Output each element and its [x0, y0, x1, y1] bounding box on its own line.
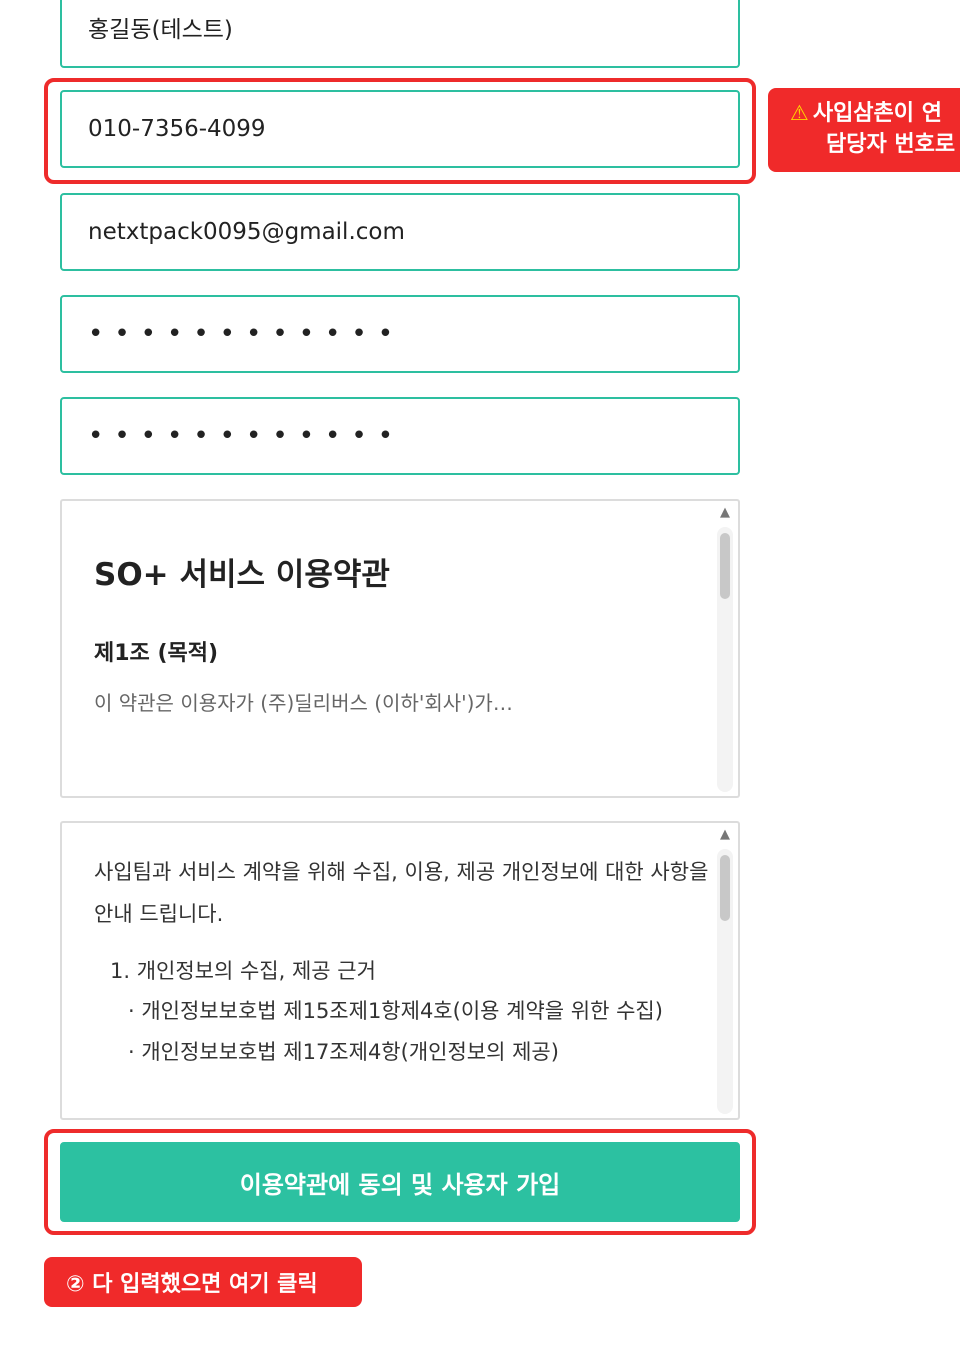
terms-scrollbar[interactable]: ▲: [716, 505, 734, 792]
scroll-up-arrow-icon[interactable]: ▲: [716, 827, 734, 843]
click-hint-badge: ② 다 입력했으면 여기 클릭: [44, 1257, 362, 1307]
scroll-up-arrow-icon[interactable]: ▲: [716, 505, 734, 521]
password-confirm-input[interactable]: ••••••••••••: [88, 421, 404, 451]
password-confirm-field[interactable]: ••••••••••••: [60, 397, 740, 475]
terms-article-title: 제1조 (목적): [94, 641, 219, 666]
phone-field[interactable]: [60, 90, 740, 168]
terms-box[interactable]: SO+ 서비스 이용약관 제1조 (목적) 이 약관은 이용자가 (주)딜리버스…: [60, 499, 740, 798]
password-input[interactable]: ••••••••••••: [88, 319, 404, 349]
warning-icon: ⚠: [790, 101, 809, 125]
privacy-sub-item-2: · 개인정보보호법 제17조제4항(개인정보의 제공): [128, 1040, 559, 1064]
name-field[interactable]: [60, 0, 740, 68]
scroll-track[interactable]: [717, 849, 733, 1114]
phone-input[interactable]: [88, 116, 738, 142]
privacy-item-1: 1. 개인정보의 수집, 제공 근거: [110, 959, 376, 983]
warning-line1: 사입삼촌이 연: [812, 101, 942, 126]
email-field[interactable]: [60, 193, 740, 271]
terms-title: SO+ 서비스 이용약관: [94, 557, 390, 593]
scroll-thumb[interactable]: [720, 855, 730, 921]
password-field[interactable]: ••••••••••••: [60, 295, 740, 373]
terms-article-body: 이 약관은 이용자가 (주)딜리버스 (이하'회사')가…: [94, 691, 513, 715]
privacy-scrollbar[interactable]: ▲: [716, 827, 734, 1114]
join-button[interactable]: 이용약관에 동의 및 사용자 가입: [60, 1142, 740, 1222]
email-input[interactable]: [88, 219, 738, 245]
scroll-thumb[interactable]: [720, 533, 730, 599]
privacy-box[interactable]: 사입팀과 서비스 계약을 위해 수집, 이용, 제공 개인정보에 대한 사항을 …: [60, 821, 740, 1120]
warning-badge: ⚠ 사입삼촌이 연 담당자 번호로: [768, 88, 960, 172]
privacy-intro: 사입팀과 서비스 계약을 위해 수집, 이용, 제공 개인정보에 대한 사항을 …: [94, 860, 709, 926]
warning-line2: 담당자 번호로: [826, 132, 956, 157]
privacy-sub-item-1: · 개인정보보호법 제15조제1항제4호(이용 계약을 위한 수집): [128, 999, 663, 1023]
scroll-track[interactable]: [717, 527, 733, 792]
name-input[interactable]: [88, 14, 738, 40]
